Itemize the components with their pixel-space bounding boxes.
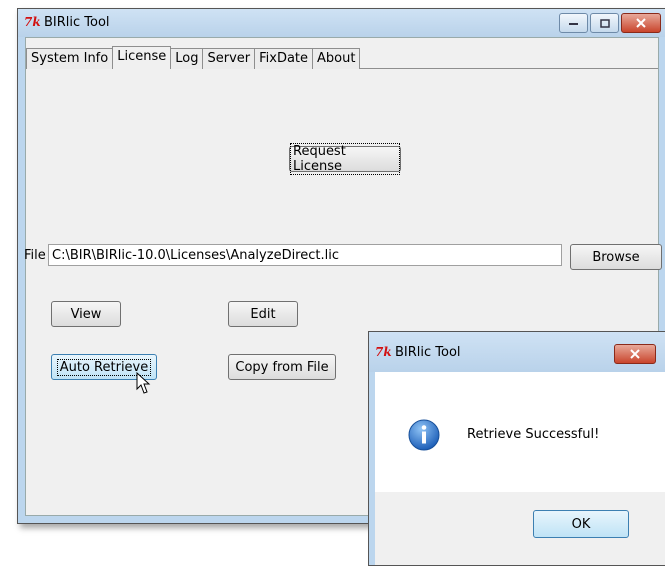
tab-server[interactable]: Server [202,48,256,69]
window-title: BIRlic Tool [44,15,110,30]
tab-system-info[interactable]: System Info [26,48,114,69]
tk-logo-icon: 7k [24,15,41,29]
tab-bar: System Info License Log Server FixDate A… [26,46,361,69]
title-bar[interactable]: 7k BIRlic Tool [18,9,665,37]
minimize-icon [569,23,578,25]
file-path-input[interactable]: C:\BIR\BIRlic-10.0\Licenses\AnalyzeDirec… [48,244,562,266]
request-license-button[interactable]: Request License [289,143,401,175]
tab-fixdate[interactable]: FixDate [254,48,314,69]
minimize-button[interactable] [559,13,588,33]
tab-about[interactable]: About [312,48,361,69]
dialog-title-bar[interactable]: 7k BIRlic Tool [369,332,665,372]
dialog-close-button[interactable] [614,344,656,364]
message-dialog: 7k BIRlic Tool Retrieve Successful! OK [368,331,665,566]
maximize-button[interactable] [590,13,619,33]
tab-license[interactable]: License [112,46,172,69]
tab-log[interactable]: Log [170,48,204,69]
dialog-footer: OK [375,492,665,565]
edit-button[interactable]: Edit [228,301,298,327]
copy-from-file-button[interactable]: Copy from File [228,354,336,380]
dialog-message: Retrieve Successful! [467,427,600,442]
maximize-icon [599,18,610,28]
view-button[interactable]: View [51,301,121,327]
request-license-label: Request License [290,143,400,175]
browse-button[interactable]: Browse [570,244,662,270]
close-icon [636,18,646,28]
mouse-cursor-icon [136,372,151,394]
dialog-tk-logo-icon: 7k [375,345,392,359]
close-icon [630,349,640,359]
dialog-title: BIRlic Tool [395,345,461,360]
ok-button[interactable]: OK [533,510,629,538]
close-button[interactable] [621,13,661,33]
info-icon [408,419,440,451]
file-label: File [24,248,46,263]
